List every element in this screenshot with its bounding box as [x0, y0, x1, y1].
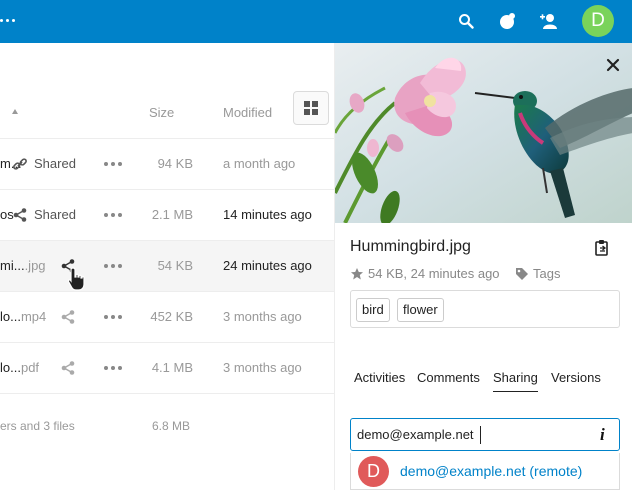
text-caret [480, 426, 481, 444]
grid-icon [304, 101, 318, 115]
file-size: 54 KB [157, 258, 193, 273]
sidebar-tabs: Activities Comments Sharing Versions [350, 370, 620, 394]
sort-ascending-icon[interactable] [12, 109, 18, 114]
suggestion-text[interactable]: demo@example.net (remote) [400, 463, 582, 479]
link-icon [13, 158, 27, 170]
shared-label[interactable]: Shared [34, 156, 76, 171]
menu-dots-icon[interactable] [0, 13, 24, 27]
share-with-input[interactable] [357, 427, 557, 442]
share-icon[interactable] [60, 360, 76, 376]
share-with-field[interactable]: i [350, 418, 620, 451]
file-row[interactable]: m... Shared 94 KB a month ago [0, 138, 334, 189]
more-actions-icon[interactable] [104, 264, 122, 268]
share-icon[interactable] [60, 309, 76, 325]
file-modified: 14 minutes ago [223, 207, 312, 222]
file-extension: pdf [20, 360, 40, 375]
top-header: D [0, 0, 632, 43]
file-basename: lo... [0, 309, 21, 324]
contacts-icon[interactable] [538, 10, 560, 32]
suggestion-avatar: D [358, 456, 389, 487]
share-suggestion[interactable]: D demo@example.net (remote) [350, 453, 620, 490]
tab-sharing[interactable]: Sharing [493, 370, 538, 392]
activity-icon[interactable] [496, 10, 518, 32]
info-icon[interactable]: i [600, 425, 605, 445]
file-size: 4.1 MB [151, 360, 193, 375]
file-size: 452 KB [150, 309, 193, 324]
list-divider [0, 393, 334, 394]
file-basename: mi... [0, 258, 25, 273]
star-icon[interactable] [350, 267, 364, 281]
image-preview [335, 43, 632, 223]
more-actions-icon[interactable] [104, 366, 122, 370]
file-name[interactable]: mi....jpg [0, 258, 46, 273]
total-size: 6.8 MB [152, 419, 191, 433]
clipboard-icon[interactable] [593, 239, 611, 257]
file-list: Size Modified m... Shared 94 KB a month … [0, 43, 334, 490]
tag-icon [516, 267, 528, 280]
tab-activities[interactable]: Activities [354, 370, 405, 385]
file-title: Hummingbird.jpg [350, 238, 471, 255]
tags-toggle[interactable]: Tags [515, 266, 560, 281]
tab-versions[interactable]: Versions [551, 370, 601, 385]
file-row[interactable]: lo...mp4 452 KB 3 months ago [0, 291, 334, 342]
file-row[interactable]: mi....jpg 54 KB 24 minutes ago [0, 240, 334, 291]
details-sidebar: Hummingbird.jpg 54 KB, 24 minutes ago Ta… [334, 43, 632, 490]
file-modified: 3 months ago [223, 360, 302, 375]
tag-chip[interactable]: flower [397, 298, 444, 322]
file-count-summary: ers and 3 files [0, 419, 75, 433]
hand-cursor-icon [67, 267, 85, 291]
column-header-size[interactable]: Size [149, 105, 174, 120]
file-name[interactable]: lo...mp4 [0, 309, 46, 324]
more-actions-icon[interactable] [104, 162, 122, 166]
tags-input[interactable]: bird flower [350, 290, 620, 328]
more-actions-icon[interactable] [104, 213, 122, 217]
share-icon[interactable] [12, 207, 28, 223]
file-size: 94 KB [157, 156, 193, 171]
file-modified: 24 minutes ago [223, 258, 312, 273]
file-basename: lo... [0, 360, 21, 375]
tags-label: Tags [533, 266, 561, 281]
grid-view-button[interactable] [293, 91, 329, 125]
shared-label[interactable]: Shared [34, 207, 76, 222]
file-extension: .jpg [24, 258, 46, 273]
file-meta-text: 54 KB, 24 minutes ago [368, 266, 500, 281]
tag-chip[interactable]: bird [356, 298, 390, 322]
file-name[interactable]: lo...pdf [0, 360, 39, 375]
file-modified: a month ago [223, 156, 296, 171]
file-extension: mp4 [20, 309, 47, 324]
file-meta: 54 KB, 24 minutes ago [350, 266, 500, 281]
user-avatar[interactable]: D [582, 5, 614, 37]
tab-comments[interactable]: Comments [417, 370, 480, 385]
more-actions-icon[interactable] [104, 315, 122, 319]
file-modified: 3 months ago [223, 309, 302, 324]
column-header-modified[interactable]: Modified [223, 105, 272, 120]
search-icon[interactable] [455, 10, 477, 32]
close-icon[interactable] [605, 57, 621, 73]
file-row[interactable]: lo...pdf 4.1 MB 3 months ago [0, 342, 334, 393]
file-size: 2.1 MB [151, 207, 193, 222]
file-row[interactable]: os Shared 2.1 MB 14 minutes ago [0, 189, 334, 240]
